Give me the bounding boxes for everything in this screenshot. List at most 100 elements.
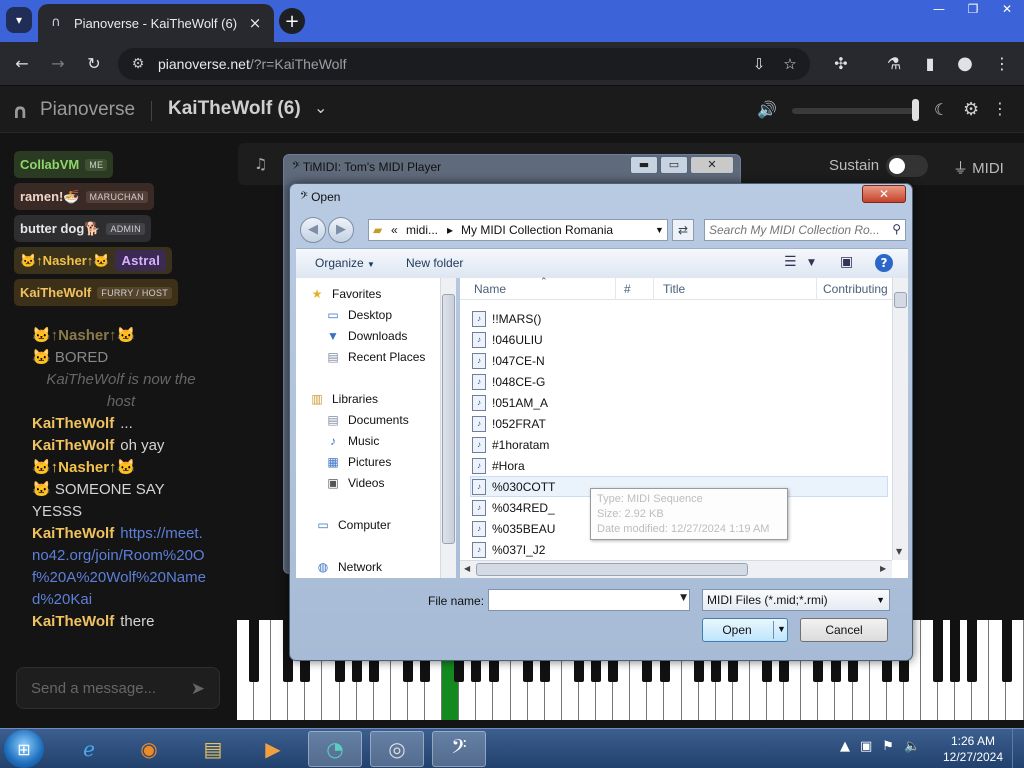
file-row[interactable]: ♪ !052FRAT bbox=[472, 413, 546, 434]
room-dropdown-chevron-icon[interactable]: ⌄ bbox=[314, 98, 327, 117]
sustain-toggle[interactable] bbox=[886, 155, 928, 177]
hscrollbar-thumb[interactable] bbox=[476, 563, 748, 576]
network-icon[interactable]: ▣ bbox=[860, 739, 872, 754]
more-icon[interactable]: ⋮ bbox=[992, 99, 1008, 118]
extensions-icon[interactable]: ✣ bbox=[829, 52, 853, 76]
nav-scrollbar-thumb[interactable] bbox=[442, 294, 455, 544]
piano-black-key[interactable] bbox=[1001, 620, 1012, 682]
piano-black-key[interactable] bbox=[933, 620, 944, 682]
file-row[interactable]: ♪ #Hora bbox=[472, 455, 525, 476]
scroll-down-icon[interactable]: ▼ bbox=[896, 547, 902, 556]
address-bar[interactable]: ⚙ pianoverse.net/?r=KaiTheWolf ⇩ ☆ bbox=[118, 48, 810, 80]
chevron-down-icon[interactable]: ▼ bbox=[680, 593, 687, 603]
minimize-icon[interactable]: ▬ bbox=[630, 156, 658, 174]
column-name[interactable]: Name bbox=[474, 282, 506, 296]
file-row[interactable]: ♪ !!MARS() bbox=[472, 308, 541, 329]
column-number[interactable]: # bbox=[624, 282, 631, 296]
help-icon[interactable]: ? bbox=[875, 254, 893, 272]
open-dropdown-icon[interactable]: ▼ bbox=[777, 624, 786, 634]
view-options-icon[interactable]: ☰ bbox=[784, 254, 797, 270]
nav-downloads[interactable]: ▼ Downloads bbox=[324, 326, 407, 346]
file-row[interactable]: ♪ !048CE-G bbox=[472, 371, 545, 392]
side-panel-icon[interactable]: ▮ bbox=[918, 52, 942, 76]
volume-slider-handle[interactable] bbox=[912, 99, 919, 121]
search-input[interactable] bbox=[709, 222, 885, 238]
close-window-icon[interactable]: ✕ bbox=[990, 0, 1024, 20]
new-folder-button[interactable]: New folder bbox=[406, 256, 463, 270]
labs-flask-icon[interactable]: ⚗ bbox=[882, 52, 906, 76]
user-chip[interactable]: 🐱↑Nasher↑🐱 Astral bbox=[14, 247, 173, 274]
breadcrumb-overflow[interactable]: « bbox=[391, 223, 398, 237]
theme-moon-icon[interactable]: ☾ bbox=[934, 100, 948, 119]
nav-recent-places[interactable]: ▤ Recent Places bbox=[324, 347, 425, 367]
file-name-combobox[interactable]: ▼ bbox=[488, 589, 690, 611]
file-name-input[interactable] bbox=[492, 592, 672, 608]
chevron-down-icon[interactable]: ▼ bbox=[808, 258, 815, 268]
piano-black-key[interactable] bbox=[950, 620, 961, 682]
internet-explorer-icon[interactable]: ℯ bbox=[62, 731, 116, 767]
action-center-flag-icon[interactable]: ⚑ bbox=[882, 739, 894, 754]
clock[interactable]: 1:26 AM 12/27/2024 bbox=[938, 733, 1008, 765]
nav-videos[interactable]: ▣ Videos bbox=[324, 473, 384, 493]
breadcrumb-chevron-icon[interactable]: ▸ bbox=[447, 223, 453, 237]
file-row[interactable]: ♪ %035BEAU bbox=[472, 518, 555, 539]
minimize-icon[interactable]: — bbox=[922, 0, 956, 20]
piano-black-key[interactable] bbox=[967, 620, 978, 682]
open-button[interactable]: Open ▼ bbox=[702, 618, 788, 642]
file-row[interactable]: ♪ %034RED_ bbox=[472, 497, 555, 518]
bass-clef-icon[interactable]: 𝄢 bbox=[432, 731, 486, 767]
url-text[interactable]: pianoverse.net/?r=KaiTheWolf bbox=[158, 48, 346, 80]
breadcrumb[interactable]: ▰ « midi... ▸ My MIDI Collection Romania… bbox=[368, 219, 668, 241]
send-icon[interactable]: ➤ bbox=[191, 679, 205, 699]
chrome-app-icon[interactable]: ◔ bbox=[308, 731, 362, 767]
refresh-icon[interactable]: ⇄ bbox=[672, 219, 694, 241]
message-input[interactable]: Send a message... ➤ bbox=[16, 667, 220, 709]
back-icon[interactable]: ← bbox=[10, 52, 34, 76]
settings-gear-icon[interactable]: ⚙ bbox=[963, 99, 979, 120]
forward-icon[interactable]: → bbox=[46, 52, 70, 76]
user-chip[interactable]: CollabVM ME bbox=[14, 151, 114, 178]
cancel-button[interactable]: Cancel bbox=[800, 618, 888, 642]
file-row[interactable]: ♪ !047CE-N bbox=[472, 350, 545, 371]
nav-network[interactable]: ◍ Network bbox=[314, 557, 382, 577]
active-tab[interactable]: ∩ Pianoverse - KaiTheWolf (6) × bbox=[38, 4, 274, 42]
file-row[interactable]: ♪ %037I_J2 bbox=[472, 539, 545, 560]
file-row[interactable]: ♪ !046ULIU bbox=[472, 329, 543, 350]
file-explorer-icon[interactable]: ▤ bbox=[186, 731, 240, 767]
install-app-icon[interactable]: ⇩ bbox=[748, 54, 770, 74]
volume-icon[interactable]: 🔊 bbox=[757, 100, 777, 119]
column-contributing[interactable]: Contributing bbox=[823, 282, 893, 296]
start-button[interactable]: ⊞ bbox=[4, 730, 44, 768]
close-icon[interactable]: ✕ bbox=[690, 156, 734, 174]
search-box[interactable]: ⚲ bbox=[704, 219, 906, 241]
nav-pictures[interactable]: ▦ Pictures bbox=[324, 452, 391, 472]
file-list-hscrollbar[interactable]: ◀ ▶ bbox=[460, 560, 892, 578]
user-chip[interactable]: KaiTheWolf FURRY / HOST bbox=[14, 279, 179, 306]
nav-scrollbar[interactable] bbox=[440, 278, 456, 578]
nav-computer[interactable]: ▭ Computer bbox=[314, 515, 390, 535]
show-hidden-icons-icon[interactable]: ▲ bbox=[840, 739, 850, 754]
nav-favorites[interactable]: ★ Favorites bbox=[308, 284, 382, 304]
user-chip[interactable]: ramen!🍜 MARUCHAN bbox=[14, 183, 154, 210]
site-info-icon[interactable]: ⚙ bbox=[128, 55, 148, 73]
menu-kebab-icon[interactable]: ⋮ bbox=[990, 52, 1014, 76]
nav-documents[interactable]: ▤ Documents bbox=[324, 410, 408, 430]
nav-music[interactable]: ♪ Music bbox=[324, 431, 379, 451]
breadcrumb-item[interactable]: My MIDI Collection Romania bbox=[461, 223, 613, 237]
nav-libraries[interactable]: ▥ Libraries bbox=[308, 389, 378, 409]
user-chip[interactable]: butter dog🐕 ADMIN bbox=[14, 215, 151, 242]
new-tab-button[interactable]: + bbox=[279, 8, 305, 34]
back-icon[interactable]: ◀ bbox=[300, 217, 326, 243]
file-type-select[interactable]: MIDI Files (*.mid;*.rmi) ▼ bbox=[702, 589, 890, 611]
show-desktop-button[interactable] bbox=[1012, 729, 1024, 768]
reload-icon[interactable]: ↻ bbox=[82, 52, 106, 76]
chevron-down-icon[interactable]: ▼ bbox=[655, 225, 664, 235]
file-row[interactable]: ♪ #1horatam bbox=[472, 434, 549, 455]
close-icon[interactable]: ✕ bbox=[862, 185, 906, 203]
nav-desktop[interactable]: ▭ Desktop bbox=[324, 305, 392, 325]
forward-icon[interactable]: ▶ bbox=[328, 217, 354, 243]
vscrollbar-thumb[interactable] bbox=[894, 292, 907, 308]
app-logo[interactable]: Pianoverse bbox=[40, 99, 135, 121]
room-name[interactable]: KaiTheWolf (6) bbox=[168, 98, 301, 120]
media-player-icon[interactable]: ▶ bbox=[246, 731, 300, 767]
